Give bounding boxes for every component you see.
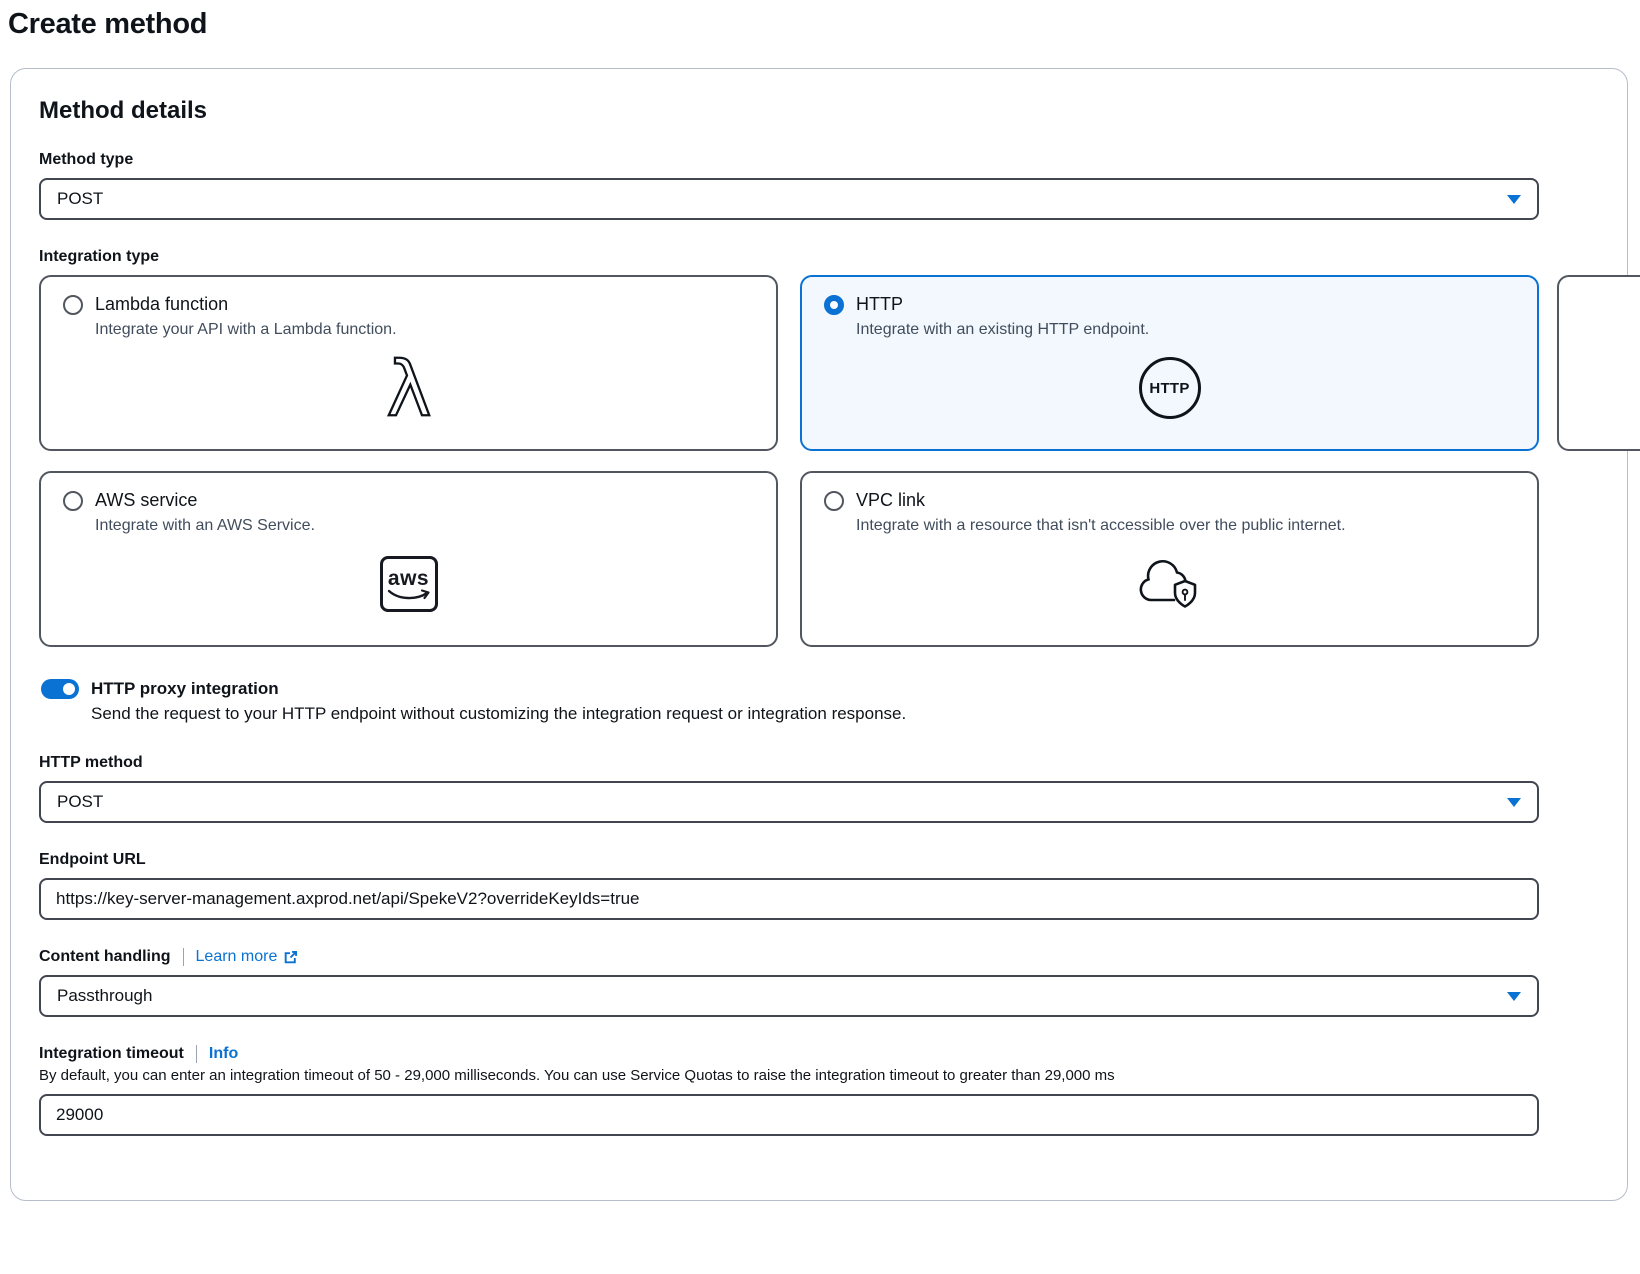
tile-lambda-function[interactable]: Lambda function Integrate your API with … — [39, 275, 778, 451]
content-handling-value: Passthrough — [57, 986, 152, 1006]
tile-title: HTTP — [856, 294, 903, 315]
tile-title: VPC link — [856, 490, 925, 511]
learn-more-link[interactable]: Learn more — [196, 948, 299, 966]
endpoint-url-field: Endpoint URL — [39, 851, 1599, 920]
tile-http[interactable]: HTTP Integrate with an existing HTTP end… — [800, 275, 1539, 451]
vpc-link-icon — [824, 535, 1515, 631]
svg-text:λ: λ — [386, 350, 431, 426]
tile-vpc-link[interactable]: VPC link Integrate with a resource that … — [800, 471, 1539, 647]
http-proxy-toggle[interactable] — [41, 679, 79, 699]
http-method-select[interactable]: POST — [39, 781, 1539, 823]
tile-description: Integrate with an existing HTTP endpoint… — [856, 321, 1515, 339]
section-heading: Method details — [39, 97, 1599, 125]
method-type-label: Method type — [39, 151, 133, 169]
radio-button[interactable] — [63, 295, 83, 315]
tile-aws-service[interactable]: AWS service Integrate with an AWS Servic… — [39, 471, 778, 647]
proxy-integration-field: HTTP proxy integration Send the request … — [39, 679, 1599, 724]
chevron-down-icon — [1507, 195, 1521, 204]
page-title: Create method — [8, 8, 1640, 41]
radio-button-selected[interactable] — [824, 295, 844, 315]
integration-type-label: Integration type — [39, 248, 159, 266]
lambda-icon: λ — [63, 339, 754, 435]
endpoint-url-label: Endpoint URL — [39, 851, 146, 869]
divider — [196, 1045, 197, 1063]
radio-button[interactable] — [824, 491, 844, 511]
http-method-field: HTTP method POST — [39, 754, 1599, 823]
chevron-down-icon — [1507, 798, 1521, 807]
tile-description: Integrate your API with a Lambda functio… — [95, 321, 754, 339]
divider — [183, 948, 184, 966]
tile-description: Integrate with an AWS Service. — [95, 517, 754, 535]
integration-type-tiles: Lambda function Integrate your API with … — [39, 275, 1539, 647]
method-type-value: POST — [57, 189, 103, 209]
content-handling-label: Content handling — [39, 948, 171, 966]
http-proxy-toggle-label: HTTP proxy integration — [91, 679, 279, 699]
integration-timeout-description: By default, you can enter an integration… — [39, 1067, 1599, 1084]
toggle-knob — [63, 683, 75, 695]
content-handling-select[interactable]: Passthrough — [39, 975, 1539, 1017]
external-link-icon — [283, 950, 298, 965]
http-method-value: POST — [57, 792, 103, 812]
aws-icon: aws — [63, 535, 754, 631]
method-details-panel: Method details Method type POST Integrat… — [10, 68, 1628, 1201]
http-method-label: HTTP method — [39, 754, 143, 772]
integration-type-field: Integration type Lambda function Integra… — [39, 248, 1599, 647]
method-type-field: Method type POST — [39, 151, 1599, 220]
http-icon: HTTP — [824, 339, 1515, 435]
content-handling-field: Content handling Learn more Passthrough — [39, 948, 1599, 1017]
integration-timeout-input[interactable] — [39, 1094, 1539, 1136]
method-type-select[interactable]: POST — [39, 178, 1539, 220]
tile-partial[interactable] — [1557, 275, 1640, 451]
info-link[interactable]: Info — [209, 1045, 238, 1063]
http-proxy-toggle-description: Send the request to your HTTP endpoint w… — [91, 704, 1599, 724]
chevron-down-icon — [1507, 992, 1521, 1001]
integration-timeout-label: Integration timeout — [39, 1045, 184, 1063]
tile-title: Lambda function — [95, 294, 228, 315]
tile-description: Integrate with a resource that isn't acc… — [856, 517, 1515, 535]
tile-title: AWS service — [95, 490, 197, 511]
radio-button[interactable] — [63, 491, 83, 511]
integration-timeout-field: Integration timeout Info By default, you… — [39, 1045, 1599, 1136]
endpoint-url-input[interactable] — [39, 878, 1539, 920]
